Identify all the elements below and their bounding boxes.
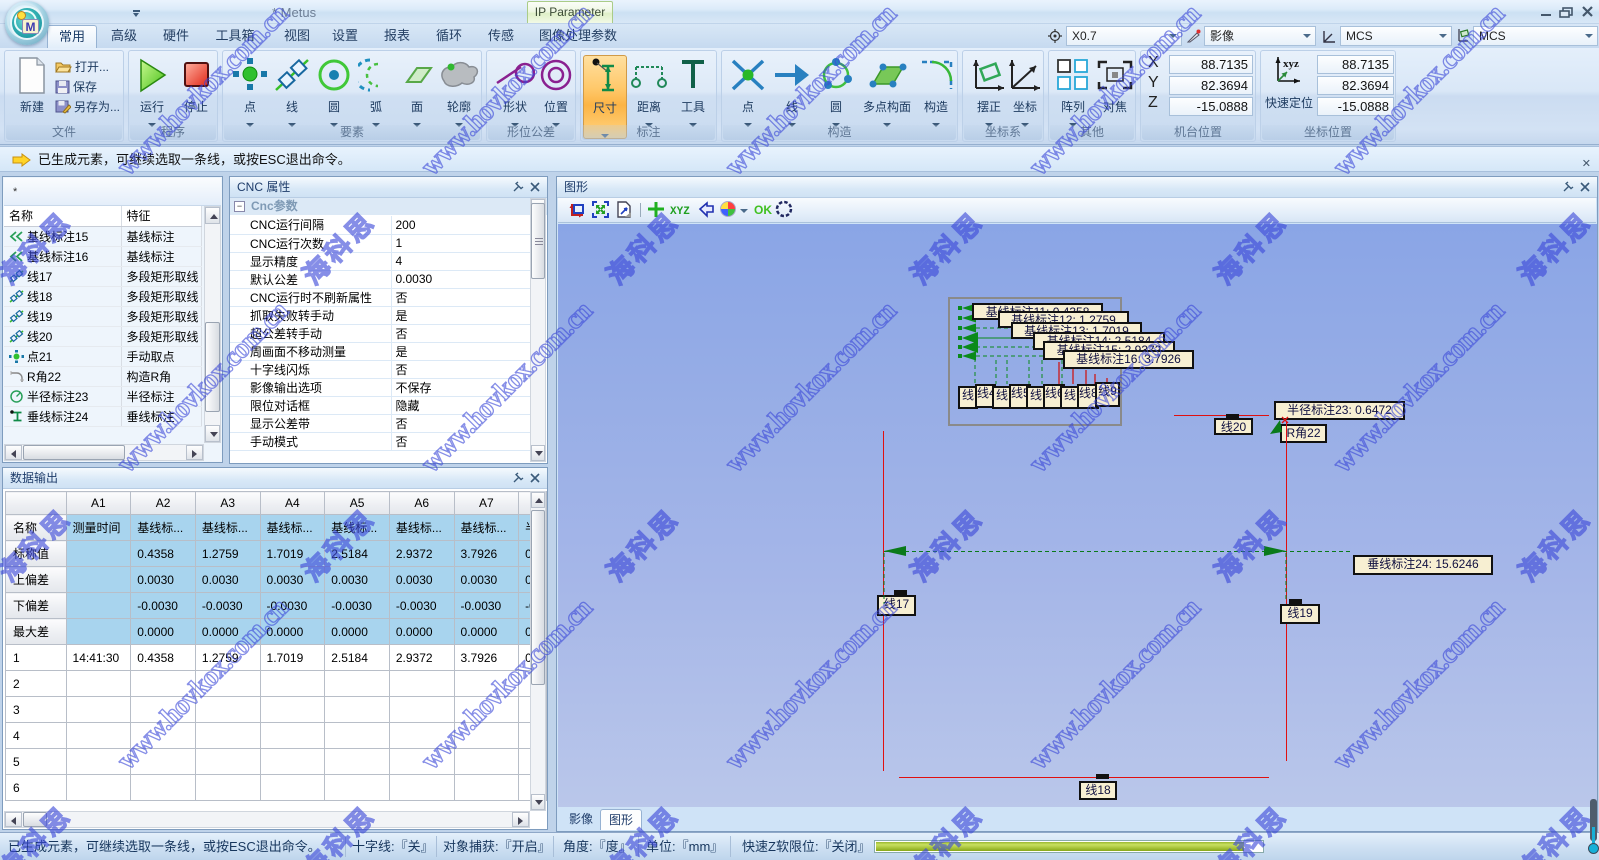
svg-text:XYZ: XYZ bbox=[670, 206, 690, 218]
svg-text:OK: OK bbox=[754, 203, 772, 217]
svg-text:xyz: xyz bbox=[1283, 58, 1299, 70]
